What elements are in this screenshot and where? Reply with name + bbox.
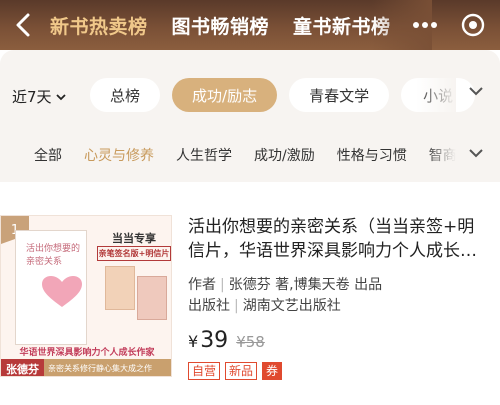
original-price: ¥58 <box>236 333 265 351</box>
ranking-tabs: 新书热卖榜 图书畅销榜 童书新书榜 <box>50 0 415 50</box>
cover-author: 张德芬 <box>1 359 44 376</box>
product-item[interactable]: 1 活出你想要的亲密关系 当当专享 亲笔签名版+明信片 华语世界深具影响力个人成… <box>0 182 500 405</box>
currency-symbol: ¥ <box>188 332 199 351</box>
promo-head: 当当专享 <box>112 232 156 245</box>
publisher-line: 出版社 | 湖南文艺出版社 <box>188 298 341 314</box>
postcard-image <box>137 276 167 320</box>
pill-youth-literature[interactable]: 青春文学 <box>289 78 390 112</box>
tag-coupon: 券 <box>262 362 283 380</box>
promo-bar: 张德芬 亲密关系修行静心集大成之作 <box>1 359 171 376</box>
author-value: 张德芬 著,博集天卷 出品 <box>228 277 383 293</box>
period-label: 近7天 <box>12 88 52 106</box>
more-icon[interactable] <box>410 14 440 36</box>
tag-new: 新品 <box>225 362 258 380</box>
pill-fade <box>416 72 456 116</box>
sub-fade <box>426 140 456 168</box>
chevron-down-icon[interactable] <box>468 148 484 158</box>
subcategory-row: 全部 心灵与修养 人生哲学 成功/激励 性格与习惯 智商 <box>34 145 479 165</box>
sub-all[interactable]: 全部 <box>34 145 62 165</box>
back-icon[interactable] <box>12 12 34 38</box>
book-cover[interactable]: 1 活出你想要的亲密关系 当当专享 亲笔签名版+明信片 华语世界深具影响力个人成… <box>0 215 172 377</box>
tag-self-operated: 自营 <box>188 362 221 380</box>
target-icon[interactable] <box>460 12 486 38</box>
promo-sub: 亲笔签名版+明信片 <box>97 246 171 261</box>
chevron-down-icon <box>55 93 66 100</box>
author-line: 作者 | 张德芬 著,博集天卷 出品 <box>188 277 383 293</box>
sub-mind-cultivation[interactable]: 心灵与修养 <box>84 145 154 165</box>
pill-success-motivation[interactable]: 成功/励志 <box>172 78 278 112</box>
cover-tagline: 亲密关系修行静心集大成之作 <box>48 364 152 373</box>
postcard-image <box>105 266 135 310</box>
product-title[interactable]: 活出你想要的亲密关系（当当亲签+明信片，华语世界深具影响力个人成长作家张德芬 <box>188 215 488 263</box>
publisher-label: 出版社 <box>188 298 230 314</box>
filter-panel: 近7天 总榜 成功/励志 青春文学 小说 全部 心灵与修养 人生哲学 成功/激励… <box>0 50 500 182</box>
tab-new-books-hot[interactable]: 新书热卖榜 <box>50 12 148 39</box>
author-label: 作者 <box>188 277 216 293</box>
cover-book-title: 活出你想要的亲密关系 <box>26 244 81 267</box>
period-selector[interactable]: 近7天 <box>12 86 66 107</box>
pill-overall[interactable]: 总榜 <box>90 78 161 112</box>
promo-line: 华语世界深具影响力个人成长作家 <box>19 348 155 358</box>
publisher-value: 湖南文艺出版社 <box>242 298 341 314</box>
price-block: ¥ 39 ¥58 <box>188 328 265 353</box>
sub-personality-habits[interactable]: 性格与习惯 <box>337 145 407 165</box>
chevron-down-icon[interactable] <box>468 86 484 96</box>
current-price: 39 <box>200 328 229 353</box>
heart-icon <box>42 276 82 307</box>
top-nav-bar: 新书热卖榜 图书畅销榜 童书新书榜 <box>0 0 500 50</box>
book-front: 活出你想要的亲密关系 <box>15 230 87 345</box>
sub-life-philosophy[interactable]: 人生哲学 <box>176 145 232 165</box>
sub-success-inspiration[interactable]: 成功/激励 <box>254 145 315 165</box>
product-tags: 自营 新品 券 <box>188 362 287 380</box>
tab-books-bestseller[interactable]: 图书畅销榜 <box>172 12 270 39</box>
